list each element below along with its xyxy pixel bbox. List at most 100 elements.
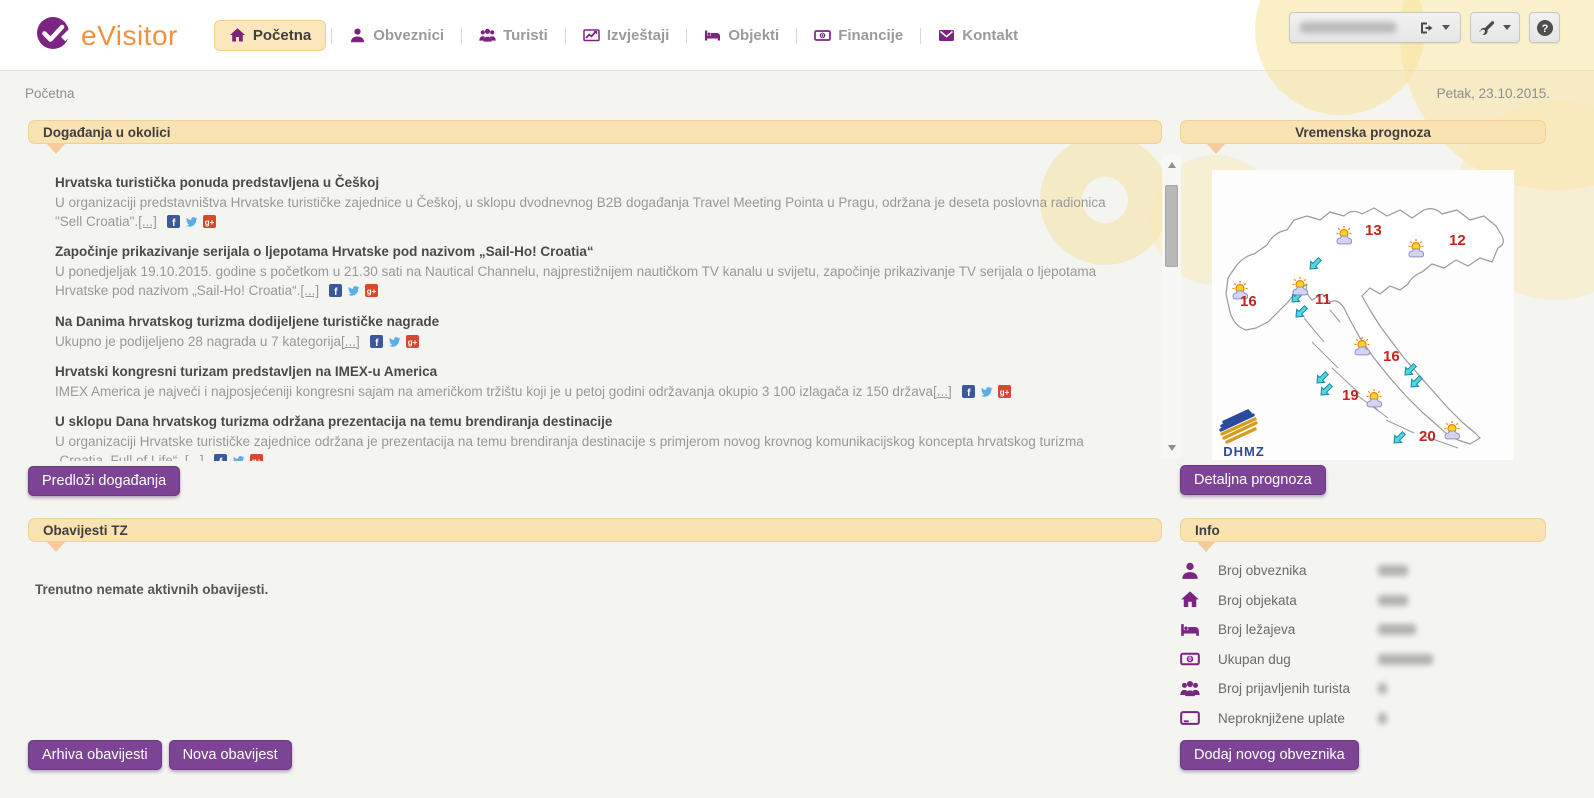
- nav-item-izvjestaji[interactable]: Izvještaji: [571, 20, 682, 51]
- read-more-link[interactable]: [...]: [185, 453, 204, 461]
- nav-item-obveznici[interactable]: Obveznici: [337, 20, 456, 51]
- twitter-icon[interactable]: [980, 385, 993, 398]
- news-title: U sklopu Dana hrvatskog turizma održana …: [55, 414, 1116, 429]
- evisitor-wordmark: eVisitor: [81, 20, 178, 52]
- scroll-up-arrow[interactable]: [1162, 157, 1181, 173]
- info-panel-header: Info: [1180, 518, 1546, 542]
- temperature-label: 12: [1449, 232, 1466, 249]
- info-row: Broj obveznika: [1180, 556, 1546, 586]
- news-item: U sklopu Dana hrvatskog turizma održana …: [55, 414, 1116, 461]
- info-value-redacted: [1378, 595, 1408, 606]
- read-more-link[interactable]: [...]: [138, 214, 157, 229]
- nav-item-turisti[interactable]: Turisti: [467, 20, 560, 51]
- question-icon: ?: [1536, 19, 1554, 37]
- settings-button[interactable]: [1470, 12, 1520, 43]
- nav-divider: [920, 28, 921, 44]
- info-value-redacted: [1378, 654, 1433, 665]
- wrench-icon: [1479, 19, 1496, 36]
- info-rows: Broj obveznika Broj objekata Broj ležaje…: [1180, 556, 1546, 733]
- temperature-label: 16: [1383, 348, 1400, 365]
- scrollbar-thumb[interactable]: [1165, 185, 1178, 267]
- facebook-icon[interactable]: [962, 385, 975, 398]
- info-value-redacted: [1378, 624, 1416, 635]
- news-body: U organizaciji Hrvatske turističke zajed…: [55, 434, 1084, 461]
- chevron-down-icon: [1503, 25, 1511, 30]
- nav-item-pocetna[interactable]: Početna: [214, 20, 326, 51]
- news-item: Započinje prikazivanje serijala o ljepot…: [55, 244, 1116, 300]
- logout-icon: [1419, 20, 1435, 36]
- chart-icon: [583, 27, 600, 44]
- info-label: Broj prijavljenih turista: [1218, 681, 1378, 696]
- nav-item-kontakt[interactable]: Kontakt: [926, 20, 1030, 51]
- temperature-label: 11: [1315, 291, 1331, 308]
- suggest-events-button[interactable]: Predloži događanja: [28, 466, 180, 496]
- user-menu-button[interactable]: [1289, 12, 1461, 43]
- news-body: IMEX America je najveći i najposjećeniji…: [55, 384, 933, 399]
- notices-empty-message: Trenutno nemate aktivnih obavijesti.: [35, 582, 268, 597]
- people-icon: [1180, 679, 1200, 699]
- evisitor-home-page: eVisitor Početna Obveznici Turisti Izvje…: [0, 0, 1594, 798]
- weather-panel-header: Vremenska prognoza: [1180, 120, 1546, 144]
- twitter-icon[interactable]: [185, 215, 198, 228]
- facebook-icon[interactable]: [167, 215, 180, 228]
- news-title: Na Danima hrvatskog turizma dodijeljene …: [55, 314, 1116, 329]
- weather-map: 13 12 16 11 16 19 20 DHMZ: [1212, 170, 1514, 460]
- notices-archive-button[interactable]: Arhiva obavijesti: [28, 740, 162, 770]
- info-row: Neproknjižene uplate: [1180, 704, 1546, 734]
- news-title: Započinje prikazivanje serijala o ljepot…: [55, 244, 1116, 259]
- house-icon: [1180, 590, 1200, 610]
- googleplus-icon[interactable]: [406, 335, 419, 348]
- people-icon: [479, 27, 496, 44]
- home-icon: [229, 27, 246, 44]
- help-button[interactable]: ?: [1529, 12, 1560, 43]
- info-row: Broj prijavljenih turista: [1180, 674, 1546, 704]
- main-nav: Početna Obveznici Turisti Izvještaji Obj…: [214, 20, 1030, 51]
- info-label: Neproknjižene uplate: [1218, 711, 1378, 726]
- read-more-link[interactable]: [...]: [341, 334, 360, 349]
- add-obligor-button[interactable]: Dodaj novog obveznika: [1180, 740, 1359, 770]
- googleplus-icon[interactable]: [998, 385, 1011, 398]
- events-panel-header: Događanja u okolici: [28, 120, 1162, 144]
- info-label: Broj ležajeva: [1218, 622, 1378, 637]
- twitter-icon[interactable]: [232, 454, 245, 461]
- googleplus-icon[interactable]: [365, 284, 378, 297]
- nav-divider: [796, 28, 797, 44]
- facebook-icon[interactable]: [370, 335, 383, 348]
- news-body: Ukupno je podijeljeno 28 nagrada u 7 kat…: [55, 334, 341, 349]
- news-title: Hrvatska turistička ponuda predstavljena…: [55, 175, 1116, 190]
- user-toolbar: ?: [1289, 12, 1560, 43]
- notices-panel-header: Obavijesti TZ: [28, 518, 1162, 542]
- info-label: Ukupan dug: [1218, 652, 1378, 667]
- person-icon: [349, 27, 366, 44]
- panel-pointer: [1197, 542, 1215, 552]
- twitter-icon[interactable]: [347, 284, 360, 297]
- evisitor-logo[interactable]: eVisitor: [34, 14, 178, 57]
- dhmz-label: DHMZ: [1216, 444, 1272, 459]
- nav-item-financije[interactable]: Financije: [802, 20, 915, 51]
- panel-pointer: [1207, 144, 1225, 154]
- new-notice-button[interactable]: Nova obavijest: [169, 740, 292, 770]
- scroll-down-arrow[interactable]: [1162, 440, 1181, 456]
- notices-buttons: Arhiva obavijesti Nova obavijest: [28, 740, 292, 770]
- banknote-icon: [814, 27, 831, 44]
- temperature-label: 19: [1342, 387, 1359, 404]
- twitter-icon[interactable]: [388, 335, 401, 348]
- detailed-forecast-button[interactable]: Detaljna prognoza: [1180, 465, 1326, 495]
- read-more-link[interactable]: [...]: [933, 384, 952, 399]
- nav-item-objekti[interactable]: Objekti: [692, 20, 791, 51]
- info-value-redacted: [1378, 565, 1408, 576]
- news-item: Hrvatska turistička ponuda predstavljena…: [55, 175, 1116, 231]
- panel-pointer: [47, 144, 65, 154]
- facebook-icon[interactable]: [329, 284, 342, 297]
- person-icon: [1180, 561, 1200, 581]
- googleplus-icon[interactable]: [250, 454, 263, 461]
- read-more-link[interactable]: [...]: [300, 283, 319, 298]
- banknote-icon: [1180, 649, 1200, 669]
- temperature-label: 16: [1240, 293, 1257, 310]
- events-scrollbar[interactable]: [1162, 155, 1181, 458]
- panel-pointer: [47, 542, 65, 552]
- facebook-icon[interactable]: [214, 454, 227, 461]
- googleplus-icon[interactable]: [203, 215, 216, 228]
- bed-icon: [1180, 620, 1200, 640]
- news-item: Hrvatski kongresni turizam predstavljen …: [55, 364, 1116, 401]
